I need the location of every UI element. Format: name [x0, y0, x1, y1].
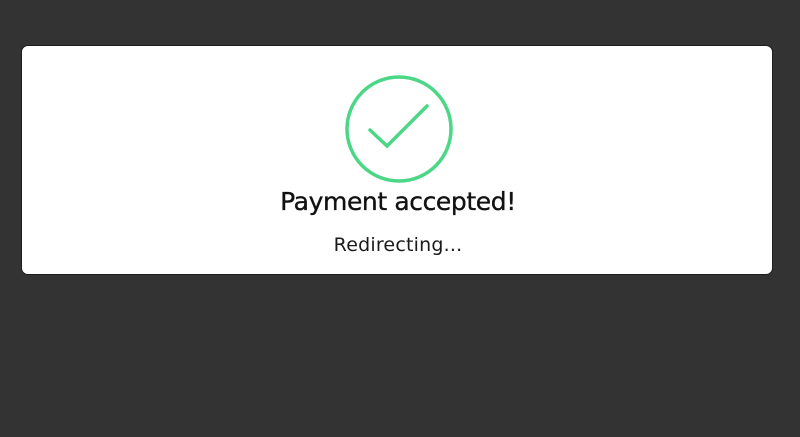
- check-circle-icon: [344, 74, 454, 184]
- payment-status-card: Payment accepted! Redirecting...: [21, 45, 773, 275]
- status-title: Payment accepted!: [280, 187, 516, 216]
- status-message: Redirecting...: [333, 234, 463, 256]
